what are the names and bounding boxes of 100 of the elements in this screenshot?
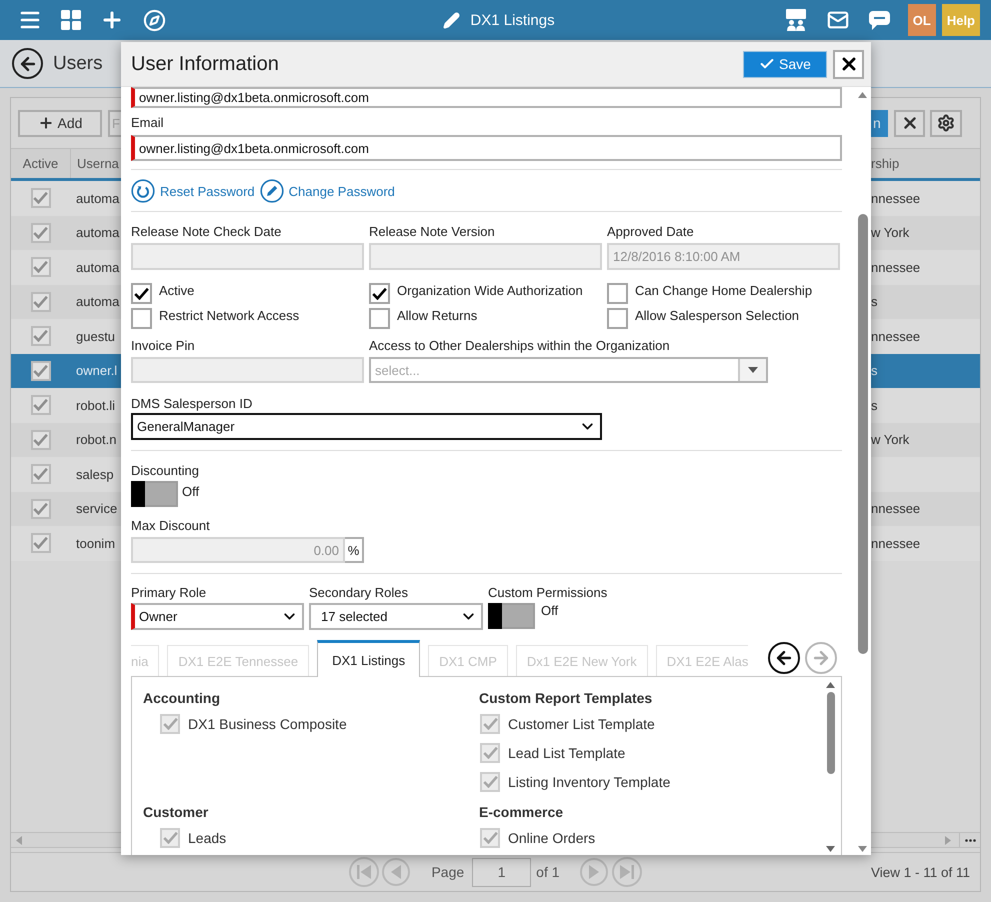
- clear-button[interactable]: [894, 110, 925, 136]
- checkbox[interactable]: [607, 283, 628, 304]
- search-button[interactable]: n: [871, 110, 888, 136]
- change-password-link[interactable]: Change Password: [260, 179, 395, 203]
- toggle-switch[interactable]: [488, 603, 535, 629]
- dealership-tab[interactable]: DX1 E2E Alas: [656, 645, 748, 676]
- checkbox[interactable]: [480, 743, 500, 763]
- checkbox[interactable]: [607, 308, 628, 329]
- checkmark-icon: [33, 468, 48, 480]
- page-title: Users: [53, 52, 103, 74]
- roles-multiselect[interactable]: 17 selected: [309, 603, 483, 630]
- checkbox-label: Leads: [188, 830, 226, 846]
- user-initials-badge[interactable]: OL: [908, 4, 936, 36]
- checkmark-icon: [33, 434, 48, 446]
- mail-icon[interactable]: [826, 9, 849, 31]
- toggle-state-label: Off: [541, 603, 558, 618]
- checkmark-icon: [482, 747, 498, 759]
- next-page-button[interactable]: [580, 858, 608, 886]
- settings-button[interactable]: [930, 110, 962, 136]
- group-heading: Custom Report Templates: [479, 689, 652, 707]
- back-button[interactable]: [12, 48, 43, 79]
- checkbox[interactable]: [160, 828, 180, 848]
- compass-icon[interactable]: [143, 8, 166, 32]
- checkmark-icon: [482, 718, 498, 730]
- presentation-icon[interactable]: [784, 9, 807, 31]
- triangle-left-icon: [391, 865, 402, 879]
- pencil-circle-icon: [260, 179, 284, 203]
- dealership-tab[interactable]: nia: [131, 645, 160, 676]
- checkmark-icon: [33, 399, 48, 412]
- record-summary: View 1 - 11 of 11: [870, 864, 971, 880]
- add-button[interactable]: Add: [18, 110, 102, 136]
- checkbox[interactable]: [480, 772, 500, 792]
- checkbox-label: Restrict Network Access: [159, 308, 300, 323]
- checkbox-label: Organization Wide Authorization: [397, 283, 583, 298]
- close-button[interactable]: [833, 50, 864, 78]
- scrollbar-thumb[interactable]: [858, 214, 868, 654]
- previous-page-button[interactable]: [382, 858, 410, 886]
- salesperson-dropdown[interactable]: GeneralManager: [131, 413, 602, 440]
- reset-password-link[interactable]: Reset Password: [131, 179, 255, 203]
- table-cell-text: w York: [871, 225, 910, 240]
- scroll-up-icon: [826, 682, 835, 688]
- toggle-switch[interactable]: [131, 481, 178, 507]
- scrollbar-thumb[interactable]: [826, 692, 834, 774]
- field-label: Max Discount: [131, 518, 210, 533]
- page-number-field[interactable]: 1: [472, 858, 532, 886]
- scroll-left-icon: [16, 836, 22, 844]
- checkbox-label: Active: [159, 283, 194, 298]
- table-cell-text: guestu: [75, 328, 116, 344]
- checkbox[interactable]: [160, 714, 180, 734]
- chat-icon[interactable]: [868, 10, 890, 30]
- field-label: Access to Other Dealerships within the Organization: [369, 338, 670, 353]
- email-field[interactable]: owner.listing@dx1beta.onmicrosoft.com: [131, 135, 842, 161]
- table-cell-text: s: [871, 398, 878, 413]
- checkbox[interactable]: [369, 283, 390, 304]
- dealership-tab[interactable]: DX1 CMP: [428, 645, 508, 676]
- checkbox[interactable]: [131, 283, 152, 304]
- grid-icon[interactable]: [61, 10, 81, 30]
- dealerships-multiselect[interactable]: select...: [369, 357, 768, 383]
- skip-last-icon: [620, 865, 634, 879]
- checkbox[interactable]: [369, 308, 390, 329]
- table-cell-text: automa: [75, 190, 120, 206]
- table-cell-text: s: [871, 363, 878, 378]
- table-cell-text: service: [75, 501, 118, 516]
- more-icon: [964, 838, 976, 842]
- toggle-state-label: Off: [182, 484, 200, 499]
- field-label: Custom Permissions: [488, 585, 608, 600]
- page-label: Page: [431, 864, 464, 880]
- dealership-tab[interactable]: DX1 Listings: [317, 640, 420, 677]
- field-label: DMS Salesperson ID: [131, 396, 252, 411]
- table-cell-text: owner.l: [75, 363, 118, 378]
- checkmark-icon: [162, 832, 178, 844]
- group-heading: E-commerce: [479, 803, 564, 821]
- percent-addon: %: [345, 537, 364, 563]
- table-cell-text: nnessee: [871, 501, 922, 516]
- save-button[interactable]: Save: [743, 50, 827, 78]
- dialog-title: User Information: [131, 52, 279, 76]
- table-cell-text: w York: [871, 432, 910, 448]
- username-field[interactable]: owner.listing@dx1beta.onmicrosoft.com: [131, 87, 842, 108]
- scroll-down-icon: [826, 846, 835, 852]
- table-cell-text: toonim: [75, 536, 116, 551]
- arrow-right-icon: [811, 648, 831, 668]
- checkbox[interactable]: [480, 714, 500, 734]
- dealership-tab[interactable]: DX1 E2E Tennessee: [167, 645, 310, 676]
- table-cell-text: nnessee: [871, 328, 922, 344]
- checkbox[interactable]: [480, 828, 500, 848]
- dealership-tab[interactable]: Dx1 E2E New York: [516, 645, 648, 676]
- table-cell-text: automa: [75, 294, 120, 310]
- table-cell-text: s: [871, 294, 878, 310]
- previous-tabs-button[interactable]: [768, 642, 800, 674]
- help-button[interactable]: Help: [942, 4, 980, 36]
- dropdown-toggle[interactable]: [738, 359, 766, 381]
- table-cell-text: salesp: [75, 466, 115, 482]
- primary-role-dropdown[interactable]: Owner: [131, 603, 304, 630]
- refresh-circle-icon: [131, 179, 155, 203]
- first-page-button[interactable]: [349, 857, 380, 887]
- last-page-button[interactable]: [612, 857, 642, 887]
- checkbox[interactable]: [131, 308, 152, 329]
- checkbox-label: DX1 Business Composite: [188, 716, 347, 732]
- checkbox-label: Online Orders: [508, 830, 596, 846]
- table-cell-text: nnessee: [871, 536, 922, 551]
